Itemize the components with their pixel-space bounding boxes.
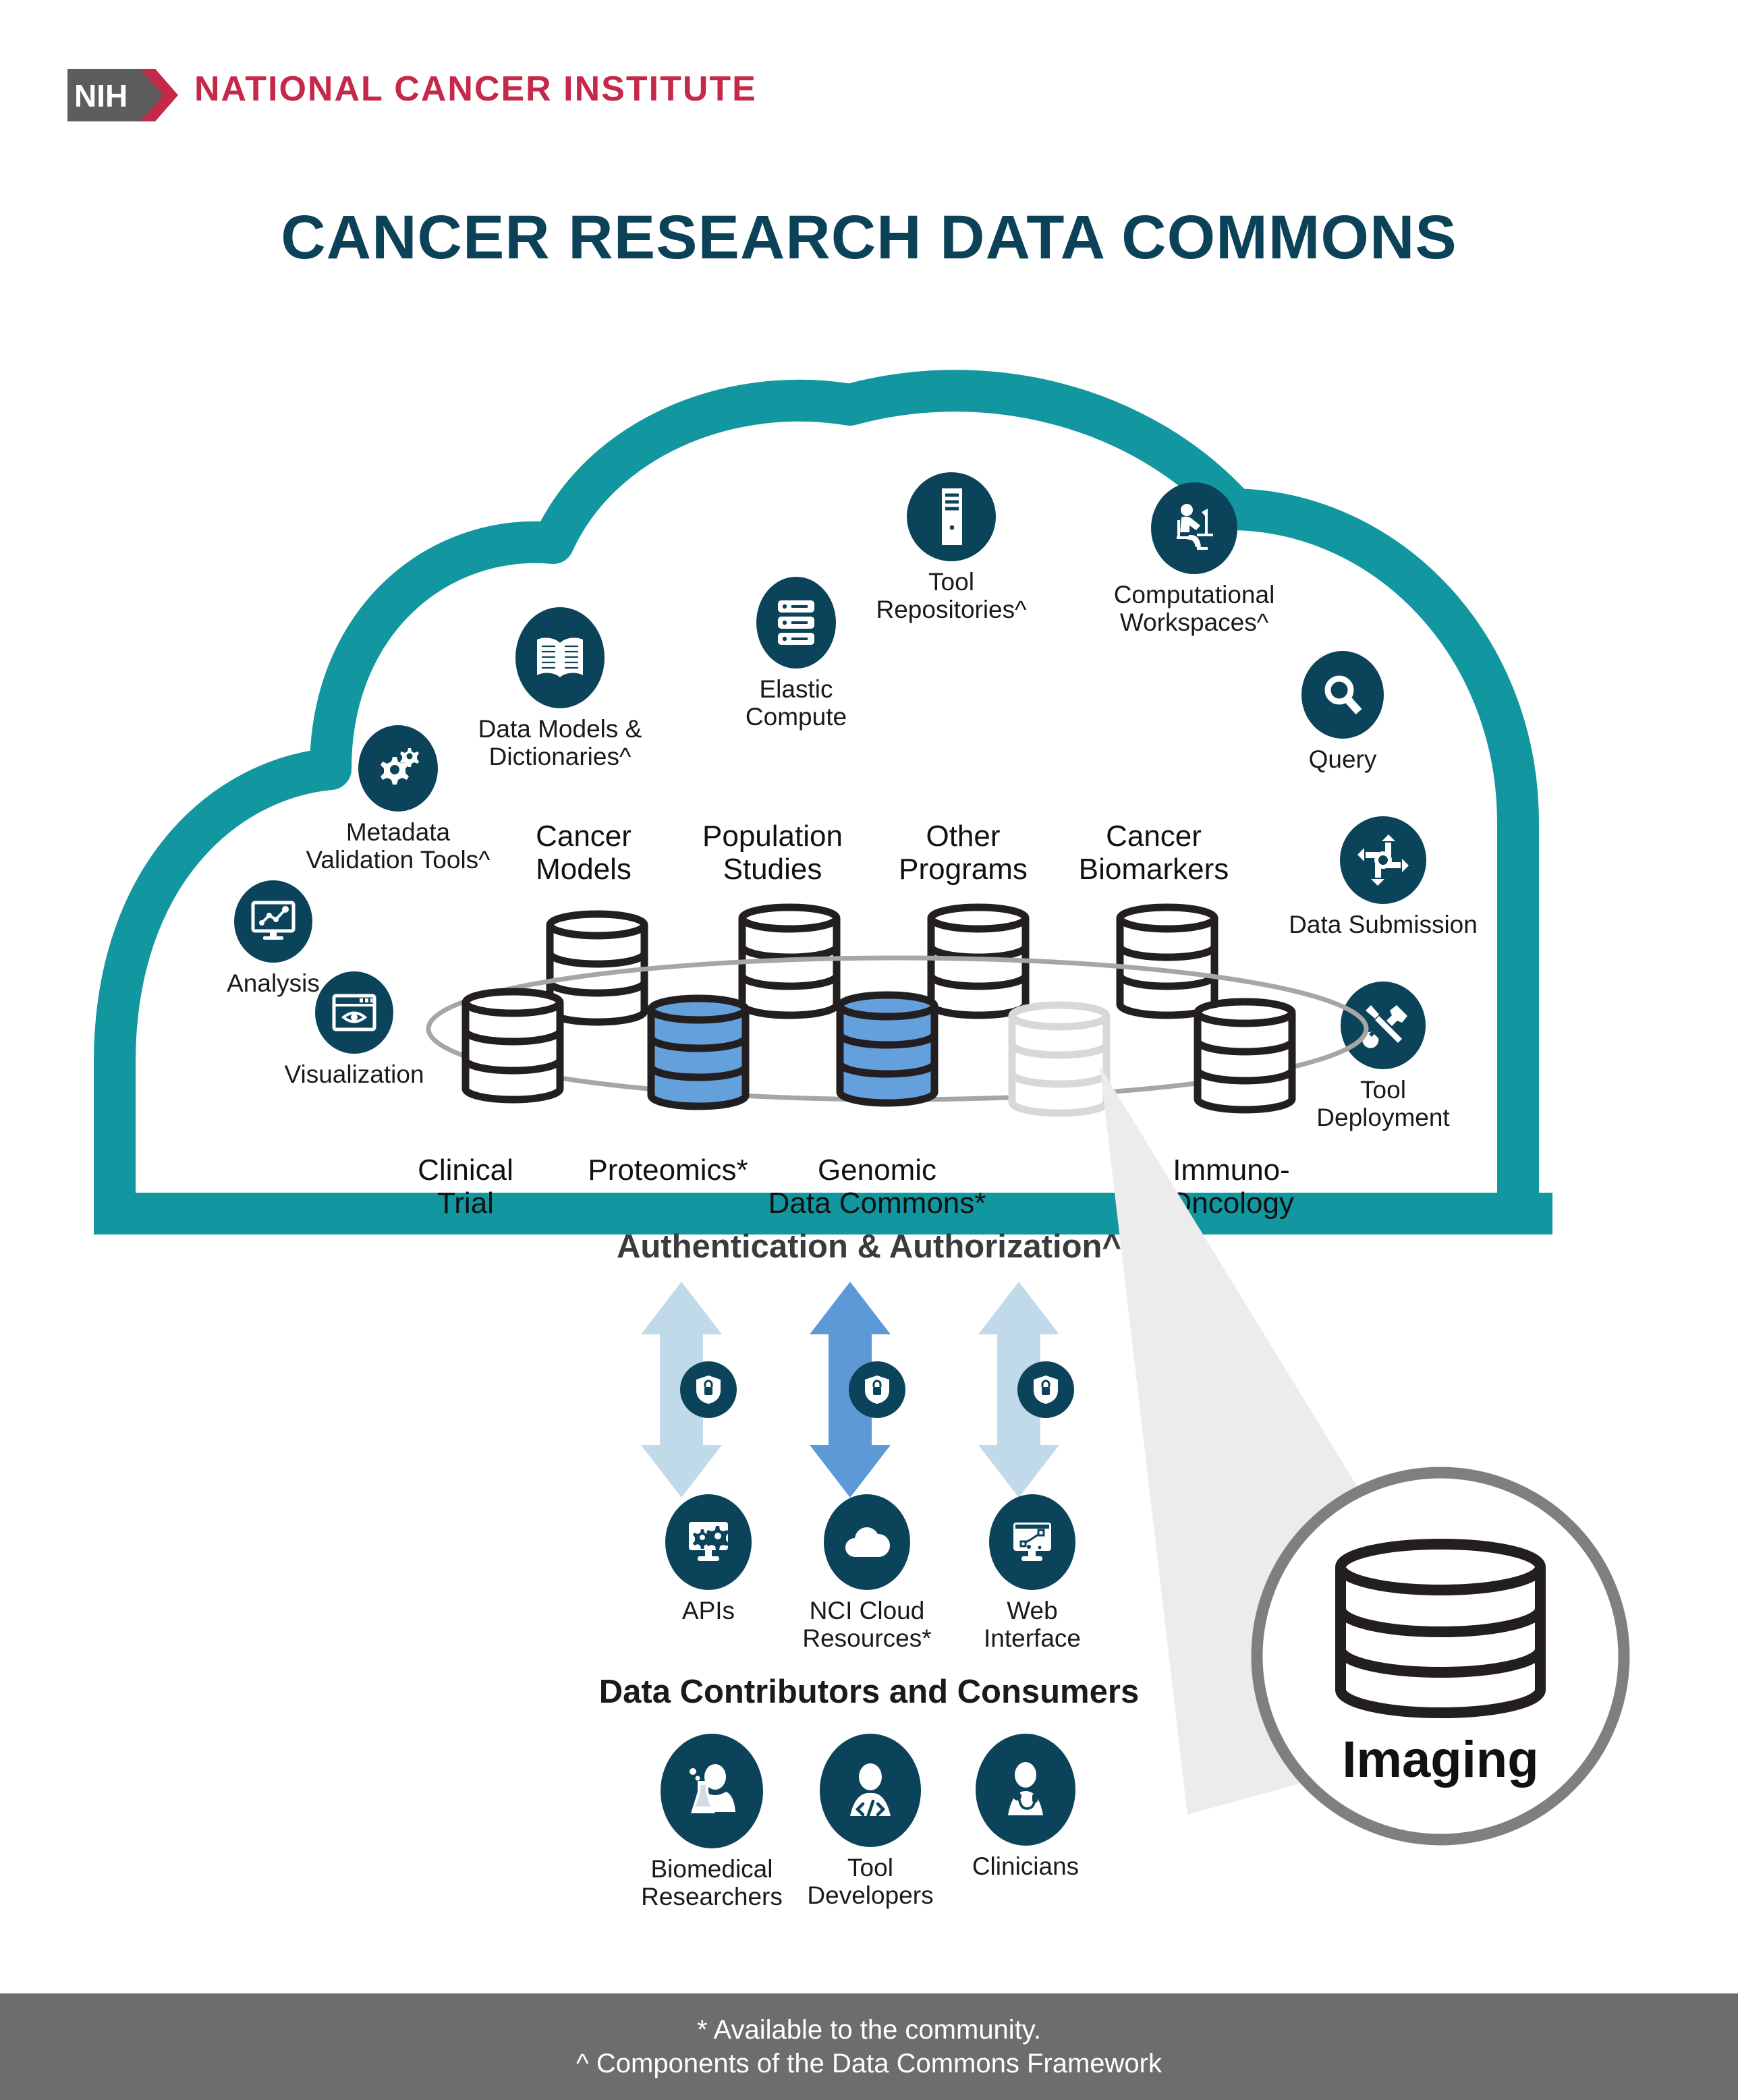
persona-tool-developers[interactable]: Tool Developers <box>796 1734 945 1910</box>
access-apis[interactable]: APIs <box>627 1494 789 1624</box>
service-metadata-validation[interactable]: Metadata Validation Tools^ <box>263 725 533 874</box>
access-label: NCI Cloud Resources* <box>802 1597 932 1653</box>
shield-lock-icon-right <box>1017 1361 1074 1418</box>
service-query[interactable]: Query <box>1248 651 1437 773</box>
persona-biomedical-researchers[interactable]: Biomedical Researchers <box>627 1734 796 1911</box>
server-tower-icon <box>907 472 996 561</box>
monitor-gears-icon <box>665 1494 752 1590</box>
footer-bar: * Available to the community. ^ Componen… <box>0 1993 1738 2100</box>
imaging-label: Imaging <box>1342 1731 1539 1788</box>
auth-title: Authentication & Authorization^ <box>616 1228 1122 1265</box>
imaging-magnifier[interactable]: Imaging <box>1245 1460 1636 1852</box>
footer-line-1: * Available to the community. <box>697 2015 1041 2045</box>
service-label: Computational Workspaces^ <box>1113 581 1275 637</box>
monitor-network-icon <box>989 1494 1075 1590</box>
access-label: Web Interface <box>984 1597 1081 1653</box>
developer-code-icon <box>820 1734 921 1847</box>
person-at-desk-icon <box>1151 482 1237 574</box>
datanode-label-genomic-data-commons: Genomic Data Commons* <box>768 1154 986 1220</box>
datanode-label-clinical-trial: Clinical Trial <box>418 1154 513 1220</box>
service-computational-workspaces[interactable]: Computational Workspaces^ <box>1059 482 1329 637</box>
monitor-chart-icon <box>234 880 312 963</box>
nih-logo: NIH <box>65 62 179 128</box>
datanode-label-cancer-biomarkers: Cancer Biomarkers <box>1078 820 1229 886</box>
access-web-interface[interactable]: Web Interface <box>955 1494 1110 1653</box>
service-tool-repositories[interactable]: Tool Repositories^ <box>837 472 1066 624</box>
service-label: Elastic Compute <box>745 675 847 731</box>
datanode-label-population-studies: Population Studies <box>702 820 843 886</box>
service-label: Tool Repositories^ <box>876 568 1027 624</box>
refresh-cycle-icon <box>1340 816 1426 904</box>
persona-clinicians[interactable]: Clinicians <box>951 1734 1100 1880</box>
access-nci-cloud-resources[interactable]: NCI Cloud Resources* <box>776 1494 958 1653</box>
shield-lock-icon-left <box>680 1361 737 1418</box>
gears-icon <box>358 725 438 812</box>
nih-wordmark: NATIONAL CANCER INSTITUTE <box>194 69 757 109</box>
service-label: Query <box>1308 745 1377 773</box>
magnifying-glass-icon <box>1301 651 1384 739</box>
open-book-icon <box>515 607 605 708</box>
datanode-label-cancer-models: Cancer Models <box>536 820 632 886</box>
page-title: CANCER RESEARCH DATA COMMONS <box>281 203 1457 272</box>
footer-line-2: ^ Components of the Data Commons Framewo… <box>576 2049 1162 2078</box>
service-label: Metadata Validation Tools^ <box>306 818 490 874</box>
persona-label: Tool Developers <box>807 1854 934 1910</box>
clinician-stethoscope-icon <box>976 1734 1075 1846</box>
server-stack-icon <box>756 577 836 669</box>
shield-lock-icon-center <box>849 1361 905 1418</box>
scientist-icon <box>661 1734 763 1848</box>
svg-text:NIH: NIH <box>74 78 128 113</box>
access-label: APIs <box>681 1597 735 1624</box>
cloud-icon <box>824 1494 910 1590</box>
datanode-label-proteomics: Proteomics* <box>588 1154 748 1187</box>
persona-label: Clinicians <box>972 1852 1080 1880</box>
window-eye-icon <box>315 971 393 1054</box>
persona-label: Biomedical Researchers <box>641 1855 783 1911</box>
datanode-label-other-programs: Other Programs <box>899 820 1028 886</box>
